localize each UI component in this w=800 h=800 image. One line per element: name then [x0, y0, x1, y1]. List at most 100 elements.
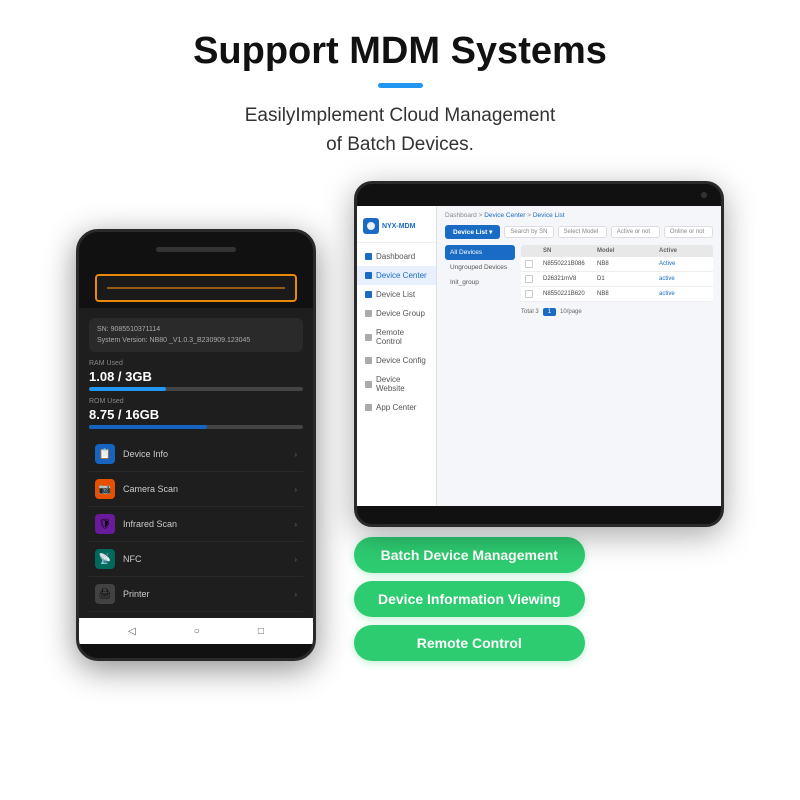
- feature-badges: Batch Device Management Device Informati…: [354, 537, 585, 661]
- device-table: SN Model Active N8550221B086 NB8: [521, 245, 713, 316]
- col-model: Model: [597, 248, 657, 254]
- menu-item-printer[interactable]: 🖨 Printer ›: [89, 577, 303, 612]
- sidebar-item-device-group[interactable]: Device Group: [357, 304, 436, 323]
- sidebar-item-device-website[interactable]: Device Website: [357, 370, 436, 398]
- mdm-content-area: All Devices Ungrouped Devices Init_group…: [445, 245, 713, 316]
- phone-ram-stat: RAM Used 1.08 / 3GB: [89, 360, 303, 391]
- row-checkbox-3[interactable]: [525, 290, 533, 298]
- page: Support MDM Systems EasilyImplement Clou…: [0, 0, 800, 800]
- table-row: D26321mV8 D1 active: [521, 272, 713, 287]
- phone-scanner-area: [95, 274, 297, 302]
- chevron-icon-3: ›: [294, 520, 297, 529]
- chevron-icon: ›: [294, 450, 297, 459]
- mdm-sidebar: NYX-MDM Dashboard Device Center: [357, 206, 437, 506]
- chevron-icon-5: ›: [294, 590, 297, 599]
- sidebar-item-device-config[interactable]: Device Config: [357, 351, 436, 370]
- device-website-dot: [365, 381, 372, 388]
- dashboard-dot: [365, 253, 372, 260]
- app-center-dot: [365, 404, 372, 411]
- row-checkbox-1[interactable]: [525, 260, 533, 268]
- col-sn: SN: [543, 248, 595, 254]
- menu-nfc-label: NFC: [123, 554, 142, 564]
- printer-icon: 🖨: [95, 584, 115, 604]
- cell-sn-3: N8550221B620: [543, 291, 595, 297]
- mdm-ui: NYX-MDM Dashboard Device Center: [357, 206, 721, 506]
- filter-online[interactable]: Online or not: [664, 226, 713, 238]
- phone-device: SN: 9085510371114 System Version: NB80 _…: [76, 229, 324, 661]
- col-checkbox: [525, 248, 541, 254]
- nav-home-btn[interactable]: ○: [194, 626, 200, 637]
- device-center-dot: [365, 272, 372, 279]
- cell-model-2: D1: [597, 276, 657, 282]
- phone-rom-stat: ROM Used 8.75 / 16GB: [89, 398, 303, 429]
- table-header: SN Model Active: [521, 245, 713, 257]
- badge-device-information-viewing: Device Information Viewing: [354, 581, 585, 617]
- cell-active-1: Active: [659, 261, 709, 267]
- ram-progress-fill: [89, 387, 166, 391]
- cell-active-2: active: [659, 276, 709, 282]
- table-row: N8550221B086 NB8 Active: [521, 257, 713, 272]
- menu-item-camera-scan[interactable]: 📷 Camera Scan ›: [89, 472, 303, 507]
- sidebar-item-device-center[interactable]: Device Center: [357, 266, 436, 285]
- mdm-toolbar: Device List ▾ Search by SN Select Model …: [445, 225, 713, 239]
- tablet-body: NYX-MDM Dashboard Device Center: [354, 181, 724, 527]
- menu-infrared-label: Infrared Scan: [123, 519, 177, 529]
- sidebar-item-device-list[interactable]: Device List: [357, 285, 436, 304]
- group-ungrouped[interactable]: Ungrouped Devices: [445, 260, 515, 275]
- accent-bar: [378, 83, 423, 88]
- device-list-dot: [365, 291, 372, 298]
- cell-active-3: active: [659, 291, 709, 297]
- filter-model[interactable]: Select Model: [558, 226, 607, 238]
- mdm-filters: Search by SN Select Model Active or not …: [504, 226, 713, 238]
- scanner-line: [107, 287, 285, 289]
- sidebar-item-app-center[interactable]: App Center: [357, 398, 436, 417]
- ram-progress-bg: [89, 387, 303, 391]
- pagination-page-btn[interactable]: 1: [543, 308, 556, 316]
- sidebar-item-remote-control[interactable]: Remote Control: [357, 323, 436, 351]
- rom-value: 8.75 / 16GB: [89, 407, 303, 422]
- mdm-logo: NYX-MDM: [357, 214, 436, 243]
- phone-top: [79, 232, 313, 268]
- rom-progress-fill: [89, 425, 207, 429]
- page-title: Support MDM Systems: [193, 30, 607, 73]
- col-active: Active: [659, 248, 709, 254]
- breadcrumb: Dashboard > Device Center > Device List: [445, 212, 713, 219]
- menu-item-infrared[interactable]: 🛡 Infrared Scan ›: [89, 507, 303, 542]
- phone-body: SN: 9085510371114 System Version: NB80 _…: [76, 229, 316, 661]
- tablet-screen: NYX-MDM Dashboard Device Center: [357, 206, 721, 506]
- menu-item-nfc[interactable]: 📡 NFC ›: [89, 542, 303, 577]
- tablet-bottom: [357, 506, 721, 524]
- tablet-camera: [701, 192, 707, 198]
- cell-model-1: NB8: [597, 261, 657, 267]
- table-row: N8550221B620 NB8 active: [521, 287, 713, 302]
- menu-camera-scan-label: Camera Scan: [123, 484, 178, 494]
- subtitle: EasilyImplement Cloud Managementof Batch…: [245, 102, 556, 159]
- phone-screen: SN: 9085510371114 System Version: NB80 _…: [79, 308, 313, 618]
- remote-control-dot: [365, 334, 372, 341]
- mdm-logo-text: NYX-MDM: [382, 223, 415, 230]
- filter-sn[interactable]: Search by SN: [504, 226, 553, 238]
- nav-recent-btn[interactable]: □: [258, 626, 264, 637]
- tablet-top-bar: [357, 184, 721, 206]
- phone-bottom: [79, 644, 313, 658]
- group-init[interactable]: Init_group: [445, 275, 515, 290]
- phone-version: System Version: NB80 _V1.0.3_B230909.123…: [97, 335, 295, 346]
- chevron-icon-4: ›: [294, 555, 297, 564]
- nfc-icon: 📡: [95, 549, 115, 569]
- menu-item-device-info[interactable]: 📋 Device Info ›: [89, 437, 303, 472]
- device-group-dot: [365, 310, 372, 317]
- pagination-per-page: 10/page: [560, 309, 582, 315]
- phone-info-bar: SN: 9085510371114 System Version: NB80 _…: [89, 318, 303, 352]
- device-list-button[interactable]: Device List ▾: [445, 225, 500, 239]
- group-all-devices[interactable]: All Devices: [445, 245, 515, 260]
- table-pagination: Total 3 1 10/page: [521, 308, 713, 316]
- cell-sn-1: N8550221B086: [543, 261, 595, 267]
- row-checkbox-2[interactable]: [525, 275, 533, 283]
- devices-row: SN: 9085510371114 System Version: NB80 _…: [20, 181, 780, 661]
- sidebar-item-dashboard[interactable]: Dashboard: [357, 247, 436, 266]
- phone-sn: SN: 9085510371114: [97, 324, 295, 335]
- tablet-device: NYX-MDM Dashboard Device Center: [354, 181, 724, 527]
- badge-batch-device-management: Batch Device Management: [354, 537, 585, 573]
- filter-active[interactable]: Active or not: [611, 226, 660, 238]
- nav-back-btn[interactable]: ◁: [128, 626, 136, 637]
